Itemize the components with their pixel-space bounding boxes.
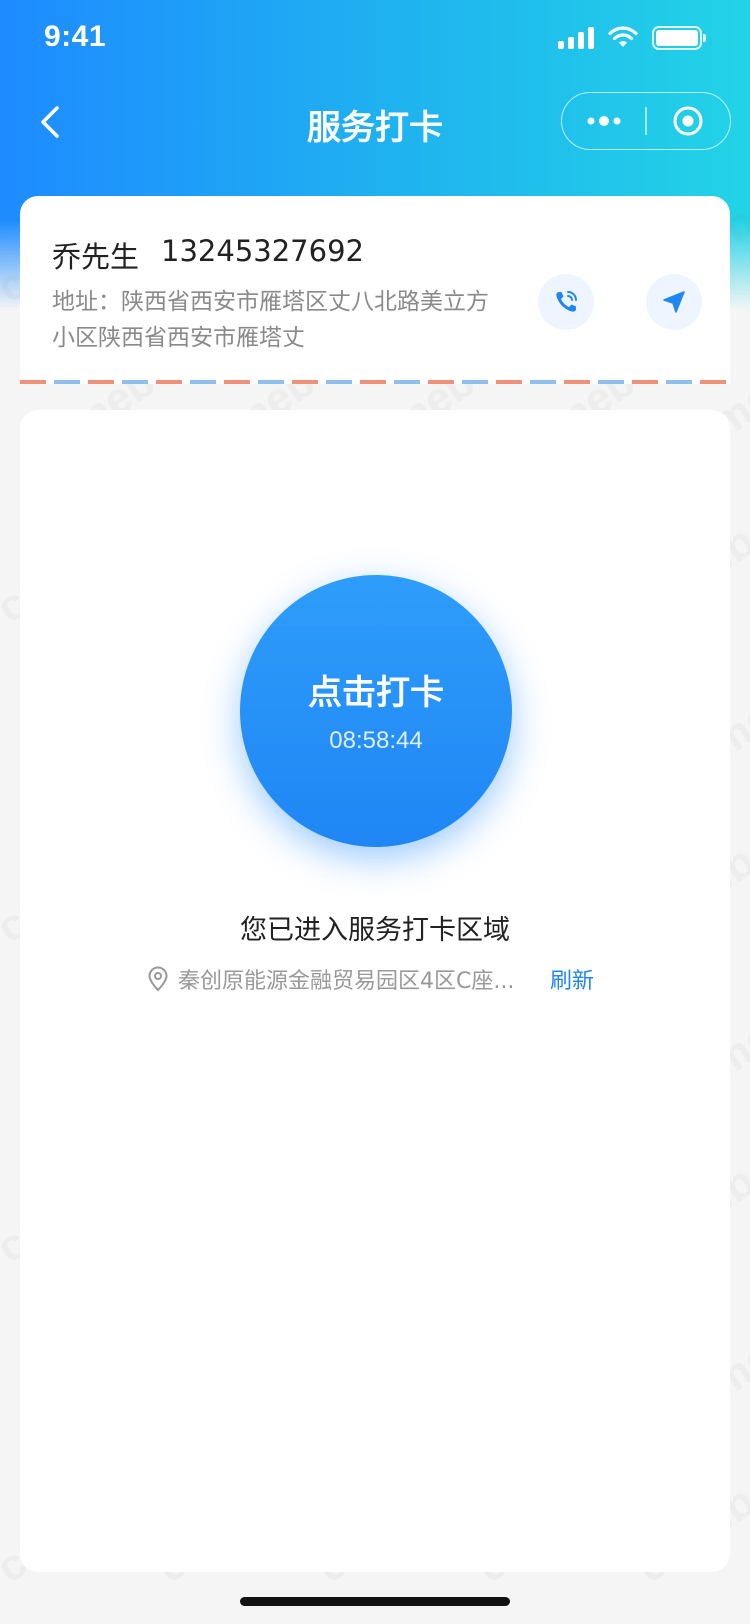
location-pin-icon <box>148 966 168 992</box>
customer-name-row: 乔先生 13245327692 <box>52 234 364 276</box>
navigate-button[interactable] <box>646 274 702 330</box>
close-target-icon <box>673 106 703 136</box>
close-button[interactable] <box>647 93 730 149</box>
customer-name: 乔先生 <box>52 240 140 274</box>
checkin-button[interactable]: 点击打卡 08:58:44 <box>240 575 512 847</box>
status-icons <box>558 26 706 50</box>
location-row: 秦创原能源金融贸易园区4区C座... 刷新 <box>146 962 616 996</box>
checkin-label: 点击打卡 <box>308 673 444 713</box>
customer-address: 地址：陕西省西安市雁塔区丈八北路美立方小区陕西省西安市雁塔丈 <box>52 289 489 351</box>
envelope-border <box>20 380 730 384</box>
zone-status-text: 您已进入服务打卡区域 <box>240 915 510 946</box>
refresh-link[interactable]: 刷新 <box>550 963 594 995</box>
customer-card: 乔先生 13245327692 地址：陕西省西安市雁塔区丈八北路美立方小区陕西省… <box>20 196 730 384</box>
battery-icon <box>652 26 706 50</box>
navigation-arrow-icon <box>663 291 685 313</box>
cellular-signal-icon <box>558 27 594 49</box>
more-button[interactable] <box>562 93 645 149</box>
phone-icon <box>556 291 577 312</box>
home-indicator <box>240 1597 510 1606</box>
miniprogram-capsule <box>561 92 731 150</box>
call-button[interactable] <box>538 274 594 330</box>
wifi-icon <box>608 26 638 47</box>
nav-bar: 服务打卡 <box>0 88 750 156</box>
battery-level <box>656 30 698 46</box>
more-dots-icon <box>587 116 621 126</box>
status-bar: 9:41 <box>0 0 750 88</box>
customer-phone: 13245327692 <box>161 234 364 268</box>
status-time: 9:41 <box>44 20 107 53</box>
location-text: 秦创原能源金融贸易园区4区C座... <box>178 969 515 994</box>
checkin-time: 08:58:44 <box>329 727 423 754</box>
